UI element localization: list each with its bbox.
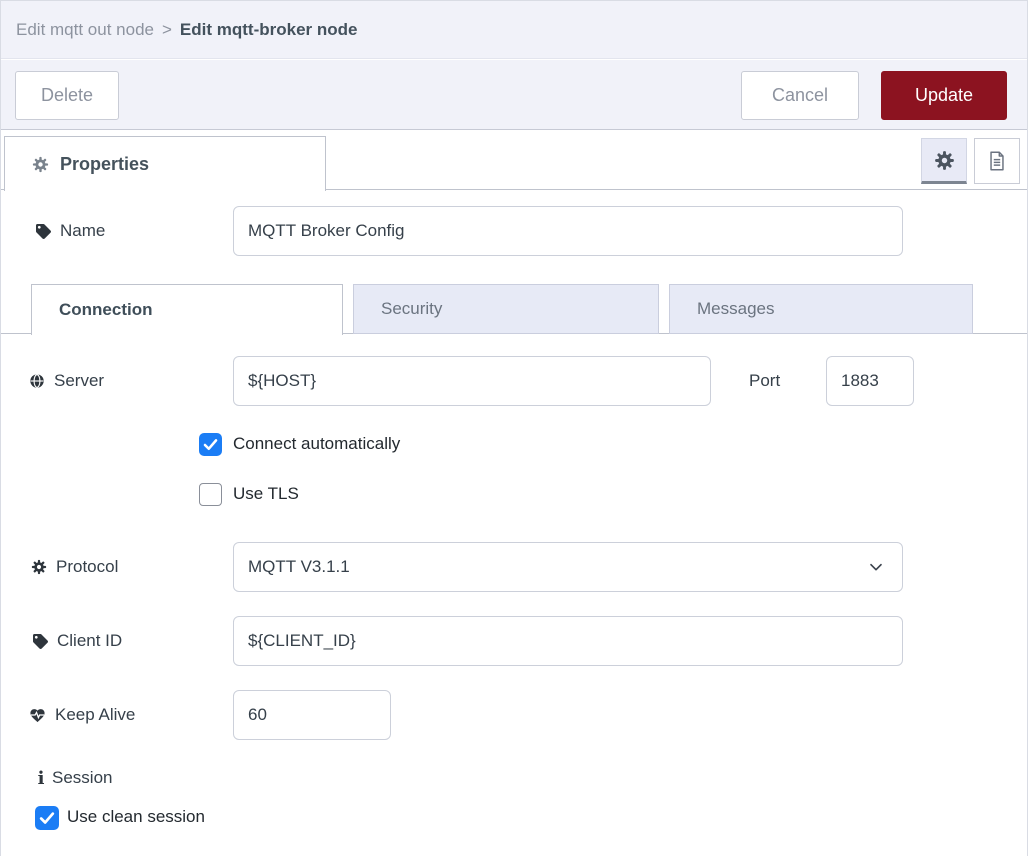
info-icon: i	[37, 768, 45, 789]
editor-tab-row: Properties	[1, 131, 1027, 190]
use-clean-session-label: Use clean session	[67, 807, 205, 827]
heartbeat-icon	[29, 707, 46, 724]
server-field-label: Server	[29, 369, 104, 393]
document-icon	[986, 150, 1008, 172]
globe-icon	[29, 373, 45, 389]
use-clean-session-checkbox[interactable]	[35, 806, 59, 830]
breadcrumb-parent[interactable]: Edit mqtt out node	[16, 20, 154, 40]
connect-automatically-label: Connect automatically	[233, 434, 400, 454]
protocol-field-label: Protocol	[31, 555, 118, 579]
client-id-input[interactable]	[233, 616, 903, 666]
keep-alive-field-label: Keep Alive	[29, 703, 135, 727]
tag-icon	[33, 634, 48, 649]
tab-messages[interactable]: Messages	[669, 284, 973, 334]
tag-icon	[36, 224, 51, 239]
breadcrumb: Edit mqtt out node > Edit mqtt-broker no…	[1, 1, 1027, 59]
update-button[interactable]: Update	[881, 71, 1007, 120]
protocol-select[interactable]: MQTT V3.1.1	[233, 542, 903, 592]
server-input[interactable]	[233, 356, 711, 406]
tab-security[interactable]: Security	[353, 284, 659, 334]
delete-button[interactable]: Delete	[15, 71, 119, 120]
keep-alive-input[interactable]	[233, 690, 391, 740]
chevron-down-icon	[866, 557, 886, 577]
protocol-select-value: MQTT V3.1.1	[248, 557, 350, 577]
use-tls-label: Use TLS	[233, 484, 299, 504]
port-input[interactable]	[826, 356, 914, 406]
node-settings-button[interactable]	[921, 138, 967, 184]
node-description-button[interactable]	[974, 138, 1020, 184]
edit-mqtt-broker-dialog: Edit mqtt out node > Edit mqtt-broker no…	[0, 0, 1028, 856]
gear-icon	[31, 559, 47, 575]
check-icon	[37, 808, 57, 828]
breadcrumb-separator: >	[162, 20, 172, 40]
tab-connection[interactable]: Connection	[31, 284, 343, 335]
check-icon	[201, 435, 220, 454]
tab-properties[interactable]: Properties	[4, 136, 326, 191]
cancel-button[interactable]: Cancel	[741, 71, 859, 120]
session-section-label: i Session	[37, 766, 112, 790]
tab-properties-label: Properties	[60, 154, 149, 175]
connect-automatically-checkbox[interactable]	[199, 433, 222, 456]
port-field-label: Port	[749, 369, 780, 393]
client-id-field-label: Client ID	[33, 629, 122, 653]
use-tls-checkbox[interactable]	[199, 483, 222, 506]
gear-icon	[934, 150, 955, 171]
dialog-toolbar: Delete Cancel Update	[1, 60, 1027, 130]
name-input[interactable]	[233, 206, 903, 256]
name-field-label: Name	[36, 219, 105, 243]
gear-icon	[32, 156, 49, 173]
breadcrumb-current: Edit mqtt-broker node	[180, 20, 358, 40]
